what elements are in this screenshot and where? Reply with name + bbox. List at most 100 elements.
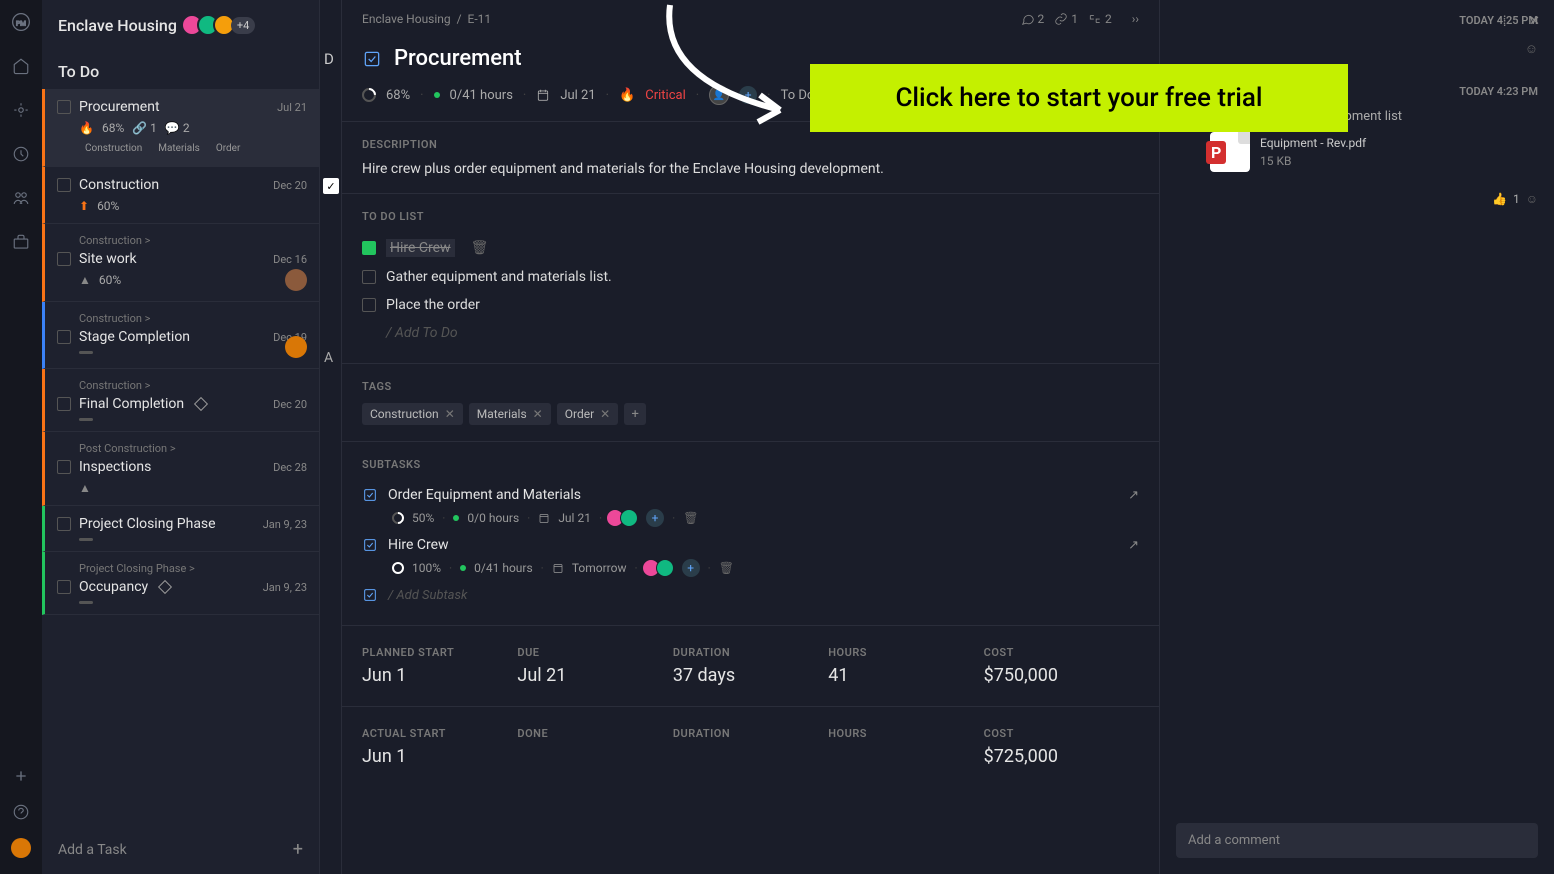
checkbox[interactable]: [57, 252, 71, 266]
checkbox[interactable]: [57, 517, 71, 531]
task-card[interactable]: Construction >Stage CompletionDec 19: [42, 302, 319, 369]
user-avatar[interactable]: [11, 838, 31, 858]
logo-icon[interactable]: PM: [11, 12, 31, 32]
add-tag-button[interactable]: +: [624, 403, 646, 425]
stat-cell: DURATION: [673, 727, 828, 767]
checkbox[interactable]: [362, 298, 376, 312]
plus-icon: +: [293, 839, 303, 860]
add-assignee-button[interactable]: +: [646, 509, 664, 527]
delete-icon[interactable]: 🗑: [471, 240, 489, 256]
delete-icon[interactable]: 🗑: [719, 561, 734, 575]
checkbox[interactable]: [57, 580, 71, 594]
nav-rail: PM: [0, 0, 42, 874]
activity-icon[interactable]: [11, 100, 31, 120]
subtasks-count[interactable]: 2: [1088, 12, 1112, 26]
stat-cell: ACTUAL STARTJun 1: [362, 727, 517, 767]
task-icon: [362, 537, 378, 553]
checkbox[interactable]: [362, 270, 376, 284]
tag-chip: Construction: [79, 141, 148, 156]
task-card[interactable]: Construction >Final CompletionDec 20: [42, 369, 319, 432]
assignee-avatar[interactable]: [285, 269, 307, 291]
open-icon[interactable]: ↗: [1128, 488, 1139, 503]
open-icon[interactable]: ↗: [1128, 538, 1139, 553]
detail-title: Procurement: [394, 46, 522, 71]
add-subtask-input[interactable]: / Add Subtask: [362, 581, 1139, 609]
task-card[interactable]: Project Closing PhaseJan 9, 23: [42, 506, 319, 552]
clock-icon[interactable]: [11, 144, 31, 164]
task-card[interactable]: ProcurementJul 21🔥68%🔗 1💬 2ConstructionM…: [42, 89, 319, 167]
task-card[interactable]: ConstructionDec 20⬆60%: [42, 167, 319, 224]
briefcase-icon[interactable]: [11, 232, 31, 252]
remove-tag-icon[interactable]: ✕: [600, 407, 610, 421]
comments-count[interactable]: 2: [1021, 12, 1045, 26]
task-list: ProcurementJul 21🔥68%🔗 1💬 2ConstructionM…: [42, 89, 319, 825]
add-todo-input[interactable]: / Add To Do: [362, 319, 1139, 347]
tag-chip[interactable]: Construction✕: [362, 403, 463, 425]
delete-icon[interactable]: 🗑: [683, 511, 698, 525]
assignee-avatar[interactable]: [285, 336, 307, 358]
stat-cell: PLANNED STARTJun 1: [362, 646, 517, 686]
stat-cell: DURATION37 days: [673, 646, 828, 686]
help-icon[interactable]: [11, 802, 31, 822]
assignee-avatars[interactable]: [646, 559, 674, 577]
todo-item[interactable]: Gather equipment and materials list.: [362, 263, 1139, 291]
stat-cell: DUEJul 21: [517, 646, 672, 686]
close-icon[interactable]: ✕: [1529, 14, 1540, 29]
remove-tag-icon[interactable]: ✕: [445, 407, 455, 421]
tag-chip[interactable]: Materials✕: [469, 403, 551, 425]
checkbox[interactable]: [57, 100, 71, 114]
progress-icon: [390, 510, 407, 527]
add-assignee-button[interactable]: +: [682, 559, 700, 577]
subtask-item: Order Equipment and Materials ↗ 50%· 0/0…: [362, 481, 1139, 527]
todo-item[interactable]: Place the order: [362, 291, 1139, 319]
pdf-icon: P: [1210, 132, 1250, 172]
add-task-button[interactable]: Add a Task +: [42, 825, 319, 874]
cta-banner[interactable]: Click here to start your free trial: [810, 64, 1348, 132]
checkbox[interactable]: [57, 330, 71, 344]
task-sidebar: Enclave Housing +4 To Do ProcurementJul …: [42, 0, 320, 874]
emoji-icon[interactable]: ☺: [1526, 192, 1538, 206]
progress-percent: 68%: [386, 88, 410, 103]
breadcrumb[interactable]: Enclave Housing / E-11: [362, 12, 491, 26]
reactions[interactable]: 👍 1 ☺: [1160, 184, 1554, 214]
checkbox[interactable]: [57, 397, 71, 411]
section-heading: To Do: [42, 50, 319, 89]
checkbox[interactable]: [362, 241, 376, 255]
comment-icon: 💬 2: [165, 121, 190, 135]
progress-icon: [392, 562, 404, 574]
more-icon[interactable]: ⋮: [1498, 14, 1511, 29]
expand-icon[interactable]: ››: [1132, 12, 1139, 26]
task-card[interactable]: Project Closing Phase >OccupancyJan 9, 2…: [42, 552, 319, 615]
hidden-column: D ✓ A: [320, 0, 342, 874]
stat-cell: HOURS: [828, 727, 983, 767]
stat-cell: COST$725,000: [984, 727, 1139, 767]
emoji-icon[interactable]: ☺: [1525, 41, 1538, 57]
checkbox-icon: ✓: [323, 178, 339, 194]
checkbox[interactable]: [57, 460, 71, 474]
comment-input[interactable]: Add a comment: [1176, 823, 1538, 858]
remove-tag-icon[interactable]: ✕: [533, 407, 543, 421]
tag-chip[interactable]: Order✕: [557, 403, 618, 425]
team-icon[interactable]: [11, 188, 31, 208]
checkbox[interactable]: [57, 178, 71, 192]
task-card[interactable]: Construction >Site workDec 16▲60%: [42, 224, 319, 302]
task-icon: [362, 49, 382, 69]
stat-cell: COST$750,000: [984, 646, 1139, 686]
assignee-avatars[interactable]: [610, 509, 638, 527]
links-count[interactable]: 1: [1054, 12, 1078, 26]
tag-chip: Materials: [152, 141, 206, 156]
task-card[interactable]: Post Construction >InspectionsDec 28▲: [42, 432, 319, 506]
calendar-icon: [536, 88, 550, 102]
attachment[interactable]: P Equipment - Rev.pdf 15 KB: [1176, 132, 1538, 172]
stat-cell: DONE: [517, 727, 672, 767]
subtask-item: Hire Crew ↗ 100%· 0/41 hours· Tomorrow· …: [362, 531, 1139, 577]
project-avatars[interactable]: +4: [187, 14, 255, 36]
add-icon[interactable]: [11, 766, 31, 786]
description-text[interactable]: Hire crew plus order equipment and mater…: [362, 161, 1139, 177]
thumbs-up-icon[interactable]: 👍: [1492, 192, 1507, 206]
timestamp: TODAY 4:25 PM: [1160, 0, 1554, 41]
calendar-icon: [538, 512, 550, 524]
todo-item[interactable]: Hire Crew🗑: [362, 233, 1139, 263]
home-icon[interactable]: [11, 56, 31, 76]
arrow-annotation: [640, 0, 820, 140]
